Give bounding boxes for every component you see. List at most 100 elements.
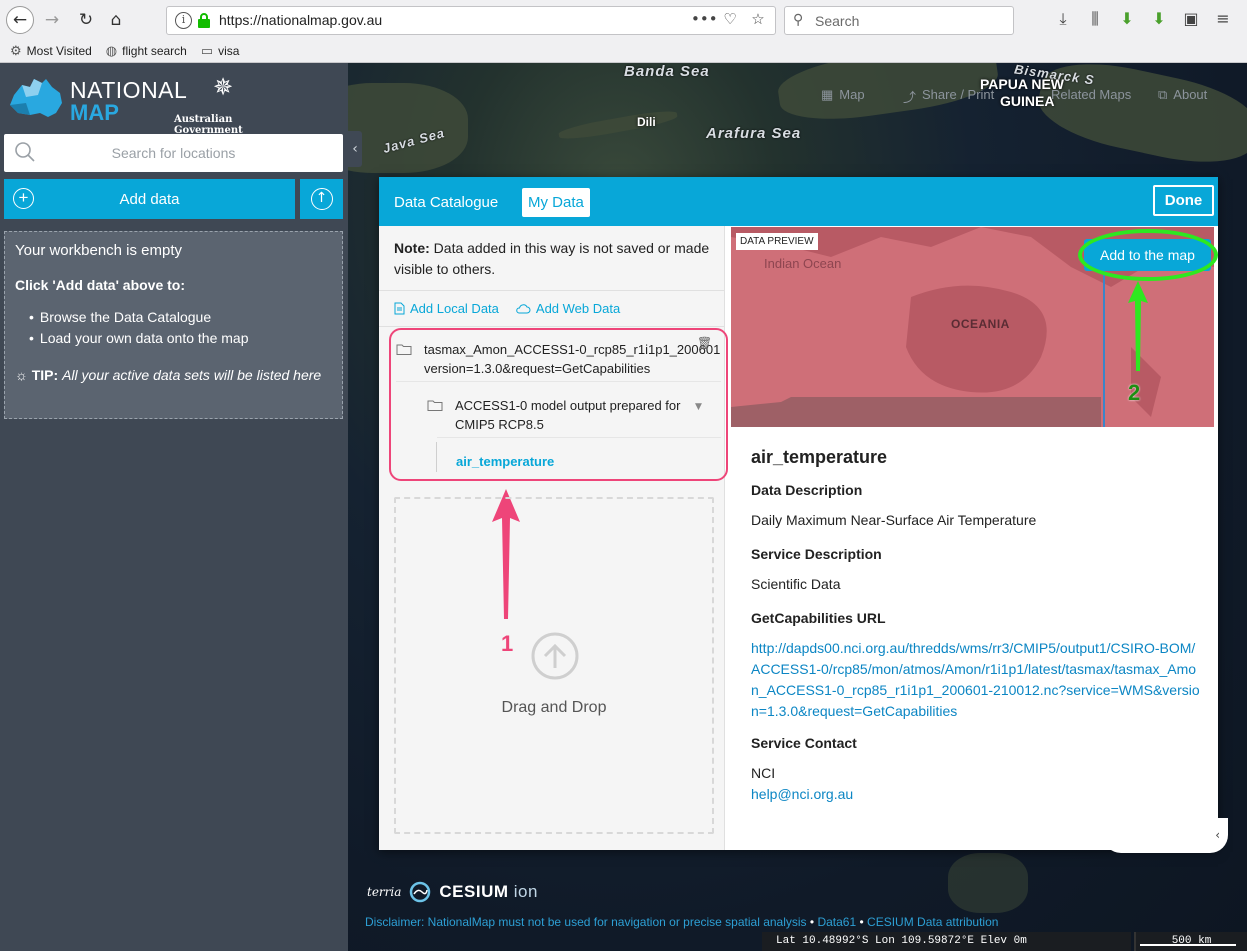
page-actions-icon[interactable]: •••	[691, 10, 718, 28]
sidebar-icon[interactable]: ▣	[1180, 9, 1202, 29]
forward-button[interactable]: →	[38, 6, 66, 34]
catalog-item-air-temperature[interactable]: air_temperature	[456, 454, 554, 469]
empty-subtitle: Click 'Add data' above to:	[15, 277, 186, 293]
disclaimer-text[interactable]: Disclaimer: NationalMap must not be used…	[365, 915, 807, 929]
chevron-down-icon[interactable]: ▼	[695, 402, 702, 412]
map-menu-label: Related Maps	[1051, 87, 1132, 102]
address-bar[interactable]: i https://nationalmap.gov.au ••• ♡ ☆	[166, 6, 776, 35]
upload-icon	[531, 632, 579, 680]
tip-text: All your active data sets will be listed…	[62, 367, 322, 383]
map-menu-label: Share / Print	[922, 87, 995, 102]
reload-button[interactable]: ↻	[72, 6, 100, 34]
divider	[396, 381, 721, 382]
add-local-data-link[interactable]: Add Local Data	[394, 301, 499, 316]
collapse-workbench-button[interactable]: ‹	[348, 131, 362, 167]
info-icon[interactable]: i	[175, 12, 192, 29]
service-description-heading: Service Description	[751, 546, 882, 562]
workbench-panel: NATIONAL MAP ✵ Australian Government Sea…	[0, 63, 348, 951]
add-web-label: Add Web Data	[535, 301, 621, 316]
terria-logo[interactable]: terria	[367, 885, 401, 899]
scale-bar	[1140, 944, 1236, 946]
add-data-button[interactable]: + Add data	[4, 179, 295, 219]
map-label-banda-sea: Banda Sea	[624, 63, 710, 80]
service-contact-heading: Service Contact	[751, 735, 857, 751]
map-menu-about[interactable]: ⧉ About	[1158, 87, 1207, 103]
attribution-link[interactable]: Data attribution	[917, 915, 998, 929]
folder-icon: ▭	[200, 43, 214, 58]
land-mass	[348, 83, 468, 173]
drag-drop-zone[interactable]: Drag and Drop	[394, 497, 714, 834]
cloud-icon	[516, 303, 531, 313]
cesium-logo[interactable]: CESIUM ion	[439, 882, 538, 902]
upload-button[interactable]: ↑	[300, 179, 343, 219]
add-web-data-link[interactable]: Add Web Data	[515, 301, 620, 316]
map-place-guinea: GUINEA	[1000, 93, 1055, 109]
getcapabilities-link[interactable]: http://dapds00.nci.org.au/thredds/wms/rr…	[751, 638, 1201, 722]
extension-download-2-icon[interactable]: ⬇	[1148, 9, 1170, 29]
national-map-logo[interactable]: NATIONAL MAP ✵ Australian Government	[8, 73, 278, 136]
gov-text: Australian Government	[174, 114, 243, 136]
folder-icon	[396, 344, 412, 355]
service-description: Scientific Data	[751, 576, 841, 592]
upload-icon: ↑	[310, 188, 333, 210]
back-button[interactable]: ←	[6, 6, 34, 34]
map-menu-share[interactable]: ⤴ Share / Print	[903, 87, 994, 106]
ion-text: ion	[513, 882, 538, 901]
globe-icon: ◍	[105, 43, 118, 58]
library-icon[interactable]: ⫼	[1084, 9, 1106, 29]
browser-toolbar: ← → ↻ ⌂ i https://nationalmap.gov.au •••…	[0, 0, 1247, 40]
empty-title: Your workbench is empty	[15, 242, 183, 259]
menu-icon[interactable]: ≡	[1212, 9, 1234, 29]
trash-icon[interactable]: 🗑	[697, 336, 712, 350]
data-modal: Data Catalogue My Data Done Note: Data a…	[379, 177, 1218, 850]
cesium-logo-icon	[410, 881, 431, 903]
divider	[379, 326, 725, 327]
lightbulb-icon: ☼	[15, 367, 28, 383]
pocket-icon[interactable]: ♡	[719, 10, 741, 28]
tab-data-catalogue[interactable]: Data Catalogue	[388, 188, 504, 217]
list-item: Browse the Data Catalogue	[40, 307, 332, 328]
coordinate-readout: Lat 10.48992°S Lon 109.59872°E Elev 0m	[762, 932, 1131, 951]
map-menu-map[interactable]: ▦ Map	[821, 87, 865, 103]
download-icon[interactable]: ⤓	[1052, 9, 1074, 29]
map-menu-related[interactable]: Related Maps	[1051, 87, 1131, 102]
extension-download-icon[interactable]: ⬇	[1116, 9, 1138, 29]
cesium-link[interactable]: CESIUM	[867, 915, 914, 929]
divider	[379, 290, 725, 291]
bookmark-label: Most Visited	[26, 44, 92, 58]
map-icon: ▦	[821, 87, 834, 102]
contact-email-link[interactable]: help@nci.org.au	[751, 784, 1201, 805]
home-button[interactable]: ⌂	[102, 6, 130, 34]
land-mass	[557, 107, 679, 143]
location-search-input[interactable]: Search for locations	[4, 134, 343, 172]
share-icon: ⤴	[903, 90, 917, 105]
tab-my-data[interactable]: My Data	[522, 188, 590, 217]
logo-line2: MAP	[70, 100, 119, 125]
done-button[interactable]: Done	[1153, 185, 1214, 216]
location-search-placeholder: Search for locations	[111, 145, 236, 161]
preview-oceania-label: OCEANIA	[951, 317, 1010, 331]
panel-toggle-button[interactable]: ‹	[1103, 818, 1228, 853]
data61-link[interactable]: Data61	[817, 915, 856, 929]
add-data-links: Add Local Data Add Web Data	[394, 301, 620, 316]
bookmark-flight-search[interactable]: ◍ flight search	[106, 43, 187, 59]
bookmark-most-visited[interactable]: ⚙ Most Visited	[10, 43, 92, 59]
star-icon[interactable]: ☆	[747, 10, 769, 28]
footer-logos: terria CESIUM ion	[367, 881, 538, 903]
url-text[interactable]: https://nationalmap.gov.au	[219, 12, 382, 28]
list-item: Load your own data onto the map	[40, 328, 332, 349]
lock-icon	[198, 13, 210, 28]
map-menu-label: About	[1173, 87, 1208, 102]
data-preview-label: DATA PREVIEW	[736, 233, 818, 250]
bookmarks-bar: ⚙ Most Visited ◍ flight search ▭ visa	[0, 40, 1247, 62]
footer-disclaimer: Disclaimer: NationalMap must not be used…	[365, 915, 998, 929]
url-actions: ••• ♡ ☆	[691, 10, 769, 28]
add-local-label: Add Local Data	[410, 301, 499, 316]
bookmark-visa[interactable]: ▭ visa	[201, 43, 240, 59]
add-data-label: Add data	[119, 190, 180, 208]
browser-search-input[interactable]: ⚲ Search	[784, 6, 1014, 35]
annotation-highlight-2	[1078, 229, 1218, 281]
cesium-text: CESIUM	[439, 882, 509, 901]
coat-of-arms-icon: ✵	[212, 73, 234, 101]
land-mass	[948, 853, 1028, 913]
